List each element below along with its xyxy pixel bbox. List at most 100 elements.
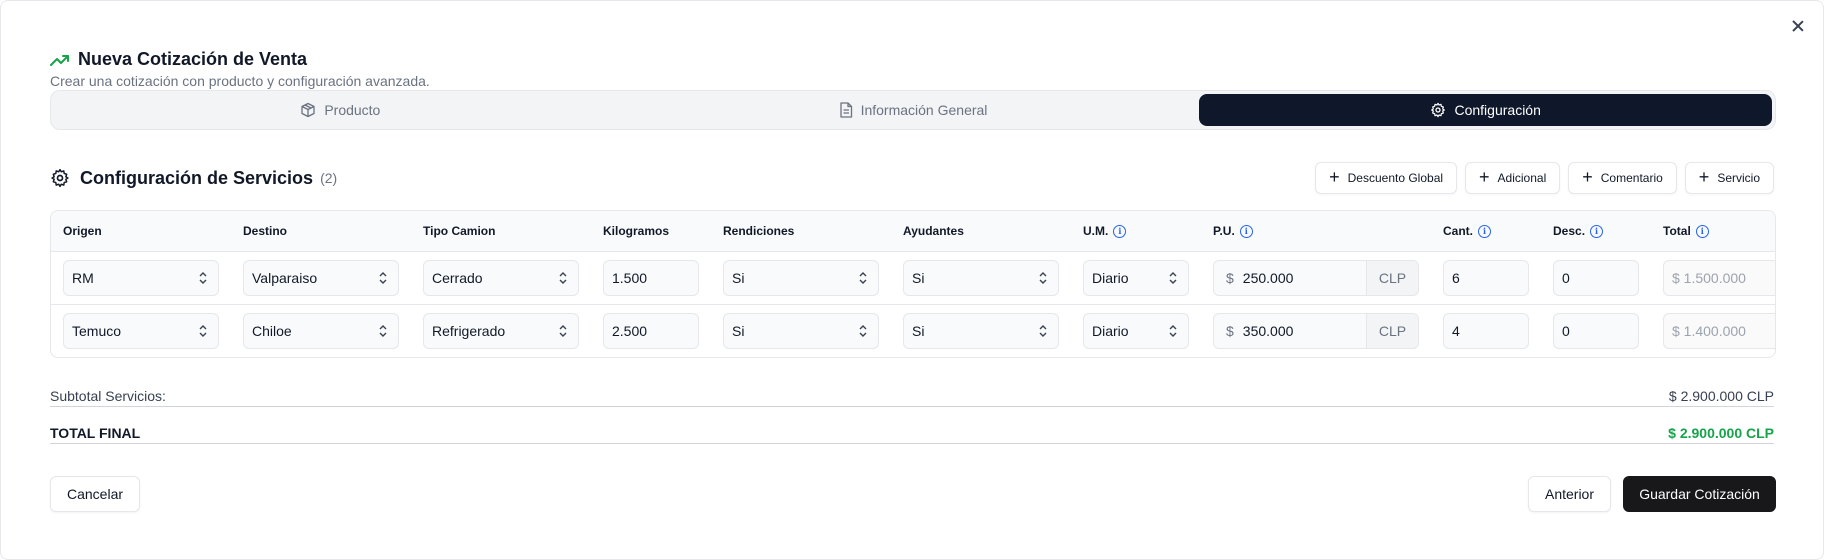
- rendiciones-select[interactable]: Si: [723, 313, 879, 349]
- chevron-updown-icon: [559, 325, 567, 337]
- origen-select[interactable]: RM: [63, 260, 219, 296]
- box-icon: [301, 102, 315, 118]
- um-select[interactable]: Diario: [1083, 313, 1189, 349]
- info-icon[interactable]: i: [1113, 224, 1127, 238]
- services-section-header: Configuración de Servicios (2) + Descuen…: [50, 162, 1774, 194]
- info-icon[interactable]: i: [1478, 224, 1491, 238]
- ayudantes-select[interactable]: Si: [903, 260, 1059, 296]
- pu-input[interactable]: $350.000 CLP: [1213, 313, 1419, 349]
- button-label: Comentario: [1600, 171, 1663, 185]
- tab-label: Configuración: [1454, 102, 1541, 118]
- chevron-updown-icon: [379, 325, 387, 337]
- button-label: Servicio: [1717, 171, 1760, 185]
- chevron-updown-icon: [379, 272, 387, 284]
- destino-select[interactable]: Valparaiso: [243, 260, 399, 296]
- col-total: Total i: [1663, 224, 1709, 238]
- chevron-updown-icon: [199, 272, 207, 284]
- chevron-updown-icon: [1169, 325, 1177, 337]
- kilogramos-input[interactable]: 1.500: [603, 260, 699, 296]
- col-origen: Origen: [63, 224, 102, 238]
- tab-configuracion[interactable]: Configuración: [1199, 94, 1773, 126]
- tipo-camion-select[interactable]: Cerrado: [423, 260, 579, 296]
- total-field: $ 1.400.000: [1663, 313, 1775, 349]
- add-global-discount-button[interactable]: + Descuento Global: [1315, 162, 1458, 194]
- currency-symbol: $: [1226, 270, 1234, 286]
- kilogramos-input[interactable]: 2.500: [603, 313, 699, 349]
- col-kilogramos: Kilogramos: [603, 224, 670, 238]
- pu-input[interactable]: $250.000 CLP: [1213, 260, 1419, 296]
- cancel-button[interactable]: Cancelar: [50, 476, 140, 512]
- total-row: TOTAL FINAL $ 2.900.000 CLP: [50, 425, 1774, 444]
- col-um: U.M. i: [1083, 224, 1127, 238]
- currency-symbol: $: [1226, 323, 1234, 339]
- col-tipo-camion: Tipo Camion: [423, 224, 496, 238]
- um-select[interactable]: Diario: [1083, 260, 1189, 296]
- dialog-title: Nueva Cotización de Venta: [78, 49, 308, 69]
- dialog-subtitle: Crear una cotización con producto y conf…: [50, 73, 430, 89]
- info-icon[interactable]: i: [1695, 224, 1709, 238]
- gear-icon: [51, 168, 69, 188]
- section-actions: + Descuento Global + Adicional + Comenta…: [1315, 162, 1774, 194]
- tab-informacion-general[interactable]: Información General: [627, 94, 1200, 126]
- chevron-updown-icon: [1039, 272, 1047, 284]
- total-field: $ 1.500.000: [1663, 260, 1775, 296]
- chevron-updown-icon: [559, 272, 567, 284]
- plus-icon: +: [1329, 167, 1340, 187]
- table-header: Origen Destino Tipo Camion Kilogramos Re…: [51, 211, 1775, 252]
- col-desc: Desc. i: [1553, 224, 1604, 238]
- info-icon[interactable]: i: [1590, 224, 1604, 238]
- trending-up-icon: [50, 54, 69, 66]
- subtotal-row: Subtotal Servicios: $ 2.900.000 CLP: [50, 388, 1774, 407]
- add-additional-button[interactable]: + Adicional: [1465, 162, 1561, 194]
- chevron-updown-icon: [859, 272, 867, 284]
- origen-select[interactable]: Temuco: [63, 313, 219, 349]
- plus-icon: +: [1698, 167, 1710, 187]
- chevron-updown-icon: [859, 325, 867, 337]
- col-destino: Destino: [243, 224, 288, 238]
- currency-unit: CLP: [1366, 261, 1418, 295]
- section-title: Configuración de Servicios: [80, 167, 314, 188]
- previous-button[interactable]: Anterior: [1528, 476, 1611, 512]
- cantidad-input[interactable]: 6: [1443, 260, 1529, 296]
- rendiciones-select[interactable]: Si: [723, 260, 879, 296]
- chevron-updown-icon: [199, 325, 207, 337]
- plus-icon: +: [1479, 167, 1490, 187]
- dialog-header: Nueva Cotización de Venta Crear una coti…: [50, 49, 430, 89]
- destino-select[interactable]: Chiloe: [243, 313, 399, 349]
- service-count: (2): [320, 170, 338, 186]
- plus-icon: +: [1582, 167, 1593, 187]
- tab-label: Producto: [324, 102, 381, 118]
- total-label: TOTAL FINAL: [50, 425, 141, 441]
- services-table: Origen Destino Tipo Camion Kilogramos Re…: [50, 210, 1776, 358]
- col-pu: P.U. i: [1213, 224, 1253, 238]
- chevron-updown-icon: [1169, 272, 1177, 284]
- descuento-input[interactable]: 0: [1553, 313, 1639, 349]
- button-label: Adicional: [1497, 171, 1547, 185]
- info-icon[interactable]: i: [1239, 224, 1253, 238]
- chevron-updown-icon: [1039, 325, 1047, 337]
- gear-icon: [1431, 102, 1446, 118]
- tipo-camion-select[interactable]: Refrigerado: [423, 313, 579, 349]
- tab-producto[interactable]: Producto: [54, 94, 627, 126]
- descuento-input[interactable]: 0: [1553, 260, 1639, 296]
- subtotal-label: Subtotal Servicios:: [50, 388, 166, 404]
- file-text-icon: [839, 102, 852, 118]
- add-service-button[interactable]: + Servicio: [1684, 162, 1774, 194]
- cantidad-input[interactable]: 4: [1443, 313, 1529, 349]
- tab-label: Información General: [860, 102, 988, 118]
- quotation-dialog: Nueva Cotización de Venta Crear una coti…: [0, 0, 1824, 560]
- table-row: Temuco Chiloe Refrigerado 2.500 Si Si Di…: [51, 305, 1775, 357]
- col-cant: Cant. i: [1443, 224, 1491, 238]
- close-icon[interactable]: [1789, 17, 1807, 35]
- col-rendiciones: Rendiciones: [723, 224, 795, 238]
- col-ayudantes: Ayudantes: [903, 224, 964, 238]
- total-value: $ 2.900.000 CLP: [1668, 425, 1774, 441]
- save-quotation-button[interactable]: Guardar Cotización: [1623, 476, 1776, 512]
- table-row: RM Valparaiso Cerrado 1.500 Si Si Diario…: [51, 252, 1775, 305]
- tab-bar: Producto Información General Configuraci…: [50, 90, 1776, 130]
- add-comment-button[interactable]: + Comentario: [1568, 162, 1677, 194]
- subtotal-value: $ 2.900.000 CLP: [1668, 388, 1774, 404]
- currency-unit: CLP: [1366, 314, 1418, 348]
- button-label: Descuento Global: [1347, 171, 1444, 185]
- ayudantes-select[interactable]: Si: [903, 313, 1059, 349]
